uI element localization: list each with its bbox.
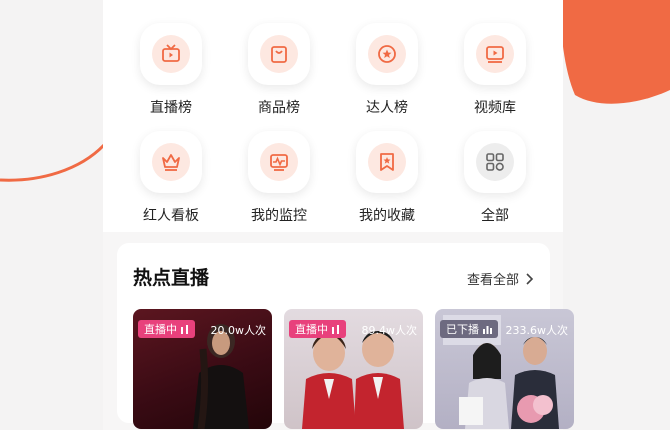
- hot-live-section: 热点直播 查看全部 直播中 20.0w人次 直播中 89.4w人次 已下播 23…: [117, 243, 574, 429]
- menu-item-label: 视频库: [474, 100, 516, 116]
- orange-arc-left: [0, 143, 106, 182]
- viewer-count: 89.4w人次: [361, 324, 418, 337]
- ended-status-badge: 已下播: [440, 320, 498, 338]
- star-badge-icon: [378, 45, 396, 63]
- menu-item-label: 我的收藏: [359, 208, 415, 224]
- grid-icon: [486, 153, 504, 171]
- live-card[interactable]: 已下播 233.6w人次: [435, 309, 574, 429]
- menu-item-label: 直播榜: [150, 100, 192, 116]
- monitor-chart-icon: [270, 154, 288, 171]
- live-card[interactable]: 直播中 20.0w人次: [133, 309, 272, 429]
- menu-item-label: 商品榜: [258, 100, 300, 116]
- menu-item-influencer-rank[interactable]: 达人榜: [347, 23, 427, 117]
- view-all-label: 查看全部: [466, 273, 519, 288]
- menu-item-label: 达人榜: [366, 100, 408, 116]
- view-all-link[interactable]: 查看全部: [467, 269, 534, 288]
- menu-item-label: 全部: [481, 208, 509, 224]
- menu-item-live-rank[interactable]: 直播榜: [131, 23, 211, 117]
- live-status-badge: 直播中: [138, 320, 195, 338]
- menu-item-my-monitor[interactable]: 我的监控: [239, 131, 319, 225]
- bookmark-star-icon: [380, 153, 394, 171]
- section-title: 热点直播: [133, 267, 210, 289]
- live-status-badge: 直播中: [289, 320, 346, 338]
- live-bars-icon: [181, 324, 188, 334]
- chevron-right-icon: [526, 272, 534, 285]
- shopping-bag-icon: [271, 46, 287, 63]
- viewer-count: 20.0w人次: [210, 324, 267, 337]
- ended-status-label: 已下播: [446, 323, 479, 336]
- chart-bars-icon: [483, 325, 492, 334]
- live-status-label: 直播中: [144, 323, 177, 336]
- menu-item-product-rank[interactable]: 商品榜: [239, 23, 319, 117]
- menu-item-label: 我的监控: [251, 208, 307, 224]
- menu-item-my-favorites[interactable]: 我的收藏: [347, 131, 427, 225]
- menu-item-video-library[interactable]: 视频库: [455, 23, 535, 117]
- viewer-count: 233.6w人次: [505, 324, 569, 337]
- menu-item-influencer-board[interactable]: 红人看板: [131, 131, 211, 225]
- menu-item-label: 红人看板: [143, 208, 199, 224]
- crown-icon: [162, 154, 180, 171]
- live-card[interactable]: 直播中 89.4w人次: [284, 309, 423, 429]
- menu-item-all[interactable]: 全部: [455, 131, 535, 225]
- live-bars-icon: [332, 324, 339, 334]
- tv-icon: [162, 44, 180, 62]
- live-status-label: 直播中: [295, 323, 328, 336]
- video-player-icon: [486, 46, 504, 63]
